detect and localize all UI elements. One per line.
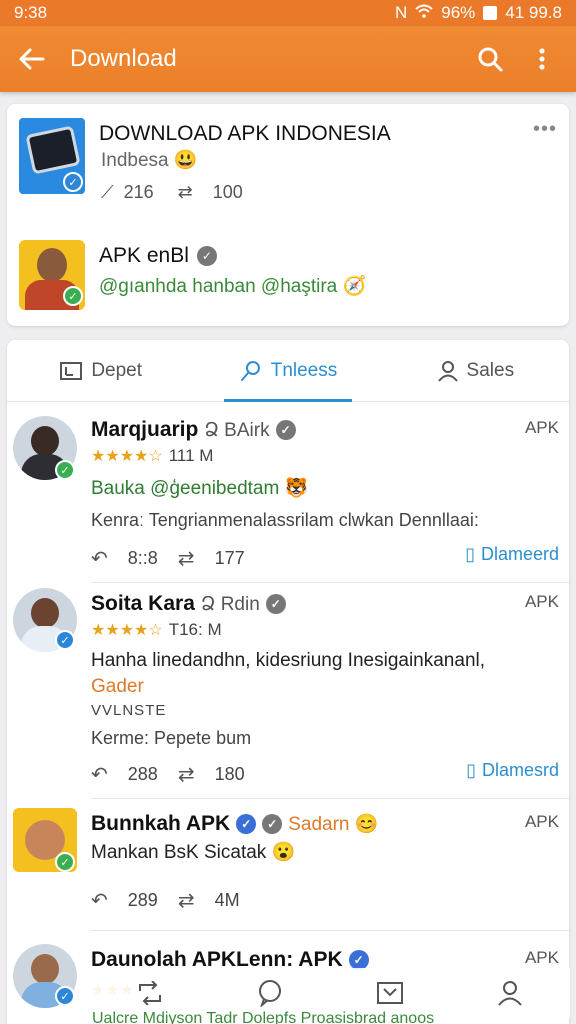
- repost-count: 177: [214, 548, 245, 568]
- repost-count: 180: [214, 764, 245, 784]
- post-line-3: VVLNSTE: [91, 702, 167, 719]
- back-button[interactable]: [14, 41, 50, 77]
- search-icon: [478, 47, 503, 72]
- search-icon: [240, 360, 260, 381]
- rating-count: 111 M: [168, 446, 214, 465]
- person-icon: [437, 360, 458, 382]
- status-time: 9:38: [14, 3, 48, 22]
- verified-badge-icon: ✓: [55, 630, 75, 650]
- post-line-2: Gader: [91, 676, 144, 697]
- reply-icon[interactable]: ↶: [91, 888, 108, 913]
- verified-icon: ✓: [348, 950, 369, 970]
- featured-card[interactable]: ✓ DOWNLOAD APK INDONESIA Indbesa 😃 ⟋ 216…: [7, 104, 569, 326]
- tab-bar: Depet Tnleess Sales: [7, 340, 569, 402]
- apk-tag: APK: [524, 812, 559, 831]
- tab-tnleess[interactable]: Tnleess: [194, 340, 381, 402]
- phone-icon: [25, 125, 81, 175]
- verified-badge-icon: ✓: [63, 286, 83, 306]
- verified-icon: ✓: [196, 246, 217, 266]
- featured-stats: ⟋ 216 ⇄ 100: [101, 182, 243, 203]
- arrow-left-icon: [19, 48, 45, 70]
- download-icon: ▯: [466, 760, 476, 780]
- search-button[interactable]: [470, 39, 510, 79]
- post-line-1: Bauka @ģeenibedtam 🐯: [91, 478, 309, 499]
- verified-badge-icon: ✓: [55, 852, 75, 872]
- tab-depet[interactable]: Depet: [7, 340, 194, 401]
- verified-icon: ✓: [262, 814, 283, 834]
- repost-count: 4M: [214, 890, 240, 910]
- repost-count: 100: [212, 182, 243, 202]
- feed-card: Depet Tnleess Sales ✓ Marqjuarip Ձ BAirk…: [7, 340, 569, 1024]
- book-icon: [60, 361, 83, 380]
- nav-profile-button[interactable]: [488, 971, 532, 1015]
- post-author: Bunnkah APK: [91, 812, 231, 835]
- post-line-1: Hanha linedandhn, kidesriung Inesigainka…: [91, 650, 486, 671]
- overflow-menu-button[interactable]: [522, 39, 562, 79]
- more-vert-icon: [539, 48, 545, 70]
- inbox-icon: [377, 982, 403, 1004]
- rating-count: T16: M: [168, 620, 222, 639]
- like-icon[interactable]: ⟋: [101, 182, 114, 203]
- like-count: 216: [123, 182, 154, 202]
- reply-count: 288: [127, 764, 158, 784]
- repost-icon: [139, 981, 161, 1005]
- verified-badge-icon: ✓: [55, 986, 75, 1006]
- verified-icon: ✓: [236, 814, 257, 834]
- download-button[interactable]: ▯ Dlamesrd: [466, 760, 559, 781]
- reply-icon[interactable]: ↶: [91, 762, 108, 787]
- post-author: Soita Kara: [91, 592, 195, 615]
- apk-tag: APK: [524, 418, 559, 437]
- reply-count: 289: [127, 890, 158, 910]
- page-title: Download: [70, 45, 177, 72]
- rating-stars: ★★★★☆ T16: M: [91, 620, 222, 639]
- verified-badge-icon: ✓: [55, 460, 75, 480]
- nav-repost-button[interactable]: [128, 971, 172, 1015]
- app-bar: Download: [0, 26, 576, 92]
- featured-user[interactable]: APK enBl ✓: [99, 244, 217, 268]
- post-author-extra: Ձ Rdin: [200, 593, 260, 615]
- post-author: Marqjuarip: [91, 418, 199, 441]
- featured-user-handle: @gıanhda hanban @haştira 🧭: [99, 276, 367, 297]
- post-line-4: Kerme: Pepete bum: [91, 728, 252, 748]
- person-icon: [498, 981, 522, 1006]
- post-author-extra: Ձ BAirk: [204, 419, 270, 441]
- apk-tag: APK: [524, 592, 559, 611]
- app-icon: ✓: [19, 118, 85, 194]
- battery-percent: 96%: [441, 3, 476, 22]
- verified-icon: ✓: [265, 594, 286, 614]
- nav-inbox-button[interactable]: [368, 971, 412, 1015]
- chat-bubble-icon: [259, 980, 281, 1007]
- status-right-text: 41 99.8: [505, 3, 562, 22]
- status-bar: 9:38 N 96% 41 99.8: [0, 0, 576, 26]
- avatar[interactable]: ✓: [19, 240, 85, 310]
- reply-count: 8::8: [127, 548, 158, 568]
- post-line-1: Mankan BsK Sicatak 😮: [91, 842, 296, 863]
- rating-stars: ★★★★☆ 111 M: [91, 446, 214, 465]
- post-footer-text: Ualcre Mdiyson Tadr Dolepfs Proasisbrad …: [92, 1010, 435, 1024]
- post-line-2: Kenraː Tengrianmenalassrilam clwkan Denn…: [91, 510, 479, 530]
- verified-icon: ✓: [275, 420, 296, 440]
- apk-tag: APK: [524, 948, 559, 967]
- repost-icon[interactable]: ⇄: [178, 762, 195, 787]
- featured-title: DOWNLOAD APK INDONESIA: [99, 122, 391, 145]
- featured-user-name: APK enBl: [99, 244, 189, 267]
- download-button[interactable]: ▯ Dlameerd: [465, 544, 559, 565]
- more-options-icon[interactable]: •••: [533, 118, 557, 141]
- featured-subtitle: Indbesa 😃: [101, 150, 198, 171]
- battery-icon: [483, 6, 498, 20]
- post-author-extra: Sadarn 😊: [288, 814, 379, 835]
- repost-icon[interactable]: ⇄: [178, 182, 193, 203]
- repost-icon[interactable]: ⇄: [178, 888, 195, 913]
- verified-badge-icon: ✓: [63, 172, 83, 192]
- download-icon: ▯: [465, 544, 475, 564]
- nfc-icon: N: [394, 3, 408, 22]
- tab-sales[interactable]: Sales: [382, 340, 569, 401]
- repost-icon[interactable]: ⇄: [178, 546, 195, 571]
- wifi-icon: [415, 3, 433, 23]
- reply-icon[interactable]: ↶: [91, 546, 108, 571]
- nav-search-button[interactable]: [248, 971, 292, 1015]
